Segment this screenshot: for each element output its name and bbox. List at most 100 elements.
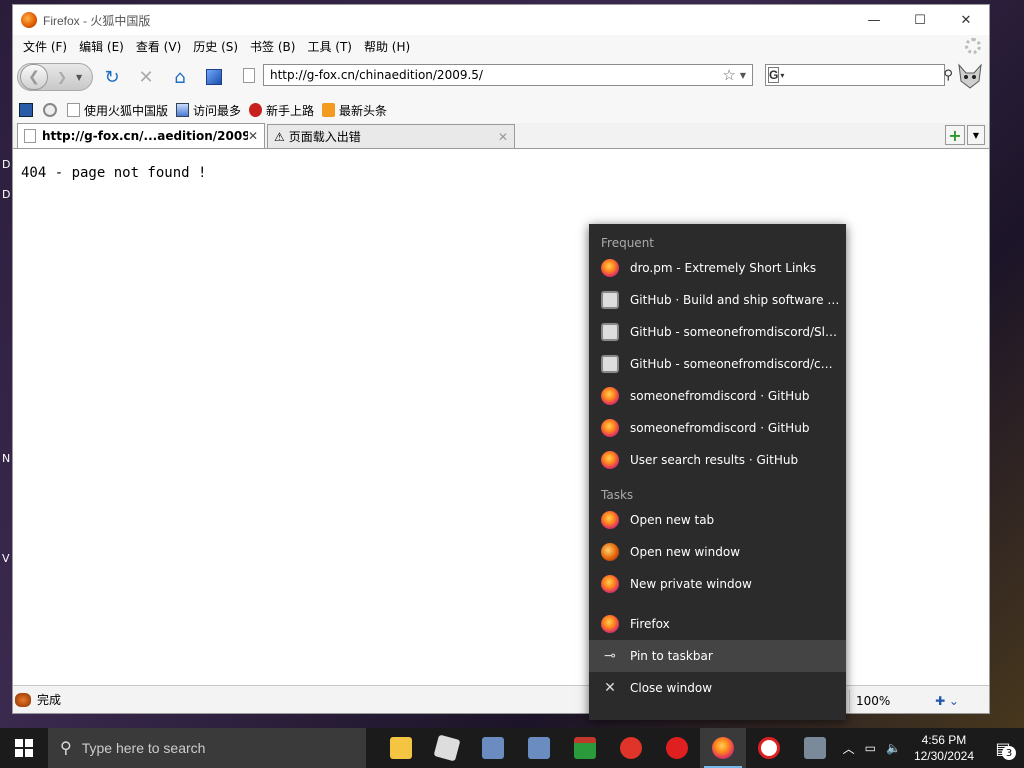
close-window[interactable]: ✕ Close window — [589, 672, 846, 704]
url-bar[interactable]: ☆ ▼ — [263, 64, 753, 86]
bookmark-item-3[interactable]: 最新头条 — [322, 102, 387, 119]
clock-time: 4:56 PM — [921, 733, 967, 747]
url-input[interactable] — [264, 68, 723, 82]
close-button[interactable]: ✕ — [943, 5, 989, 35]
menu-view[interactable]: 查看 (V) — [130, 38, 187, 55]
firefox-icon — [601, 575, 619, 593]
task-open-new-tab[interactable]: Open new tab — [589, 504, 846, 536]
search-bar: G ▾ ⚲ — [765, 64, 953, 86]
new-tab-button[interactable]: + — [945, 125, 965, 145]
file-explorer-icon[interactable] — [378, 728, 424, 768]
tab-error[interactable]: ⚠ 页面载入出错 ✕ — [267, 124, 515, 148]
bookmark-label: 使用火狐中国版 — [84, 103, 169, 118]
item-label: Close window — [630, 681, 713, 695]
url-dropdown-icon[interactable]: ▼ — [740, 71, 746, 80]
back-button[interactable]: ❮ — [20, 64, 48, 90]
task-new-private-window[interactable]: New private window — [589, 568, 846, 600]
b-app-icon[interactable] — [792, 728, 838, 768]
bookmark-item-2[interactable]: 新手上路 — [249, 102, 314, 119]
network-icon[interactable]: ▭ — [865, 741, 876, 755]
menu-edit[interactable]: 编辑 (E) — [73, 38, 130, 55]
start-button[interactable] — [0, 728, 48, 768]
title-bar[interactable]: Firefox - 火狐中国版 — ☐ ✕ — [13, 5, 989, 35]
close-tab-icon[interactable]: ✕ — [498, 130, 508, 144]
menu-file[interactable]: 文件 (F) — [17, 38, 73, 55]
star-icon[interactable]: ☆ — [722, 66, 735, 84]
desktop-label-n: N — [2, 452, 11, 465]
frequent-item[interactable]: GitHub - someonefromdiscord/cuddly... — [589, 348, 846, 380]
fox-avatar-icon[interactable] — [955, 61, 985, 91]
search-icon[interactable]: ⚲ — [943, 68, 953, 83]
pin-to-taskbar[interactable]: ⊸ Pin to taskbar — [589, 640, 846, 672]
a-app-icon[interactable] — [608, 728, 654, 768]
firefox-taskbar-icon[interactable] — [700, 728, 746, 768]
yandex-browser-icon[interactable] — [746, 728, 792, 768]
bookmark-label: 最新头条 — [339, 103, 388, 118]
back-arrow-icon: ❮ — [28, 69, 40, 85]
desktop-label-d2: D — [2, 188, 11, 201]
desktop-label-v: V — [2, 552, 10, 565]
minimize-button[interactable]: — — [851, 5, 897, 35]
notifications-button[interactable]: ▤ 3 — [982, 728, 1024, 768]
green-app-icon[interactable] — [562, 728, 608, 768]
frequent-item[interactable]: someonefromdiscord · GitHub — [589, 412, 846, 444]
list-tabs-button[interactable]: ▼ — [967, 125, 985, 145]
windows-logo-icon — [15, 739, 33, 757]
page-icon — [601, 291, 619, 309]
bookmark-label: 访问最多 — [193, 103, 242, 118]
firefox-icon — [601, 419, 619, 437]
forward-button[interactable]: ❯ — [50, 67, 74, 87]
roblox-icon[interactable] — [424, 728, 470, 768]
history-clock-icon[interactable] — [43, 103, 57, 117]
page-action-button[interactable] — [199, 62, 229, 92]
close-tab-icon[interactable]: ✕ — [248, 129, 258, 143]
status-fox-icon — [15, 692, 31, 707]
desktop-label-d1: D — [2, 158, 11, 171]
menu-tools[interactable]: 工具 (T) — [301, 38, 358, 55]
search-icon: ⚲ — [60, 740, 72, 757]
menu-bookmarks[interactable]: 书签 (B) — [244, 38, 301, 55]
firefox-classic-icon — [601, 543, 619, 561]
taskbar-search[interactable]: ⚲ Type here to search — [48, 728, 366, 768]
search-input[interactable] — [788, 68, 944, 82]
frequent-item[interactable]: User search results · GitHub — [589, 444, 846, 476]
frequent-item[interactable]: dro.pm - Extremely Short Links — [589, 252, 846, 284]
frequent-item[interactable]: GitHub - someonefromdiscord/SlideTo... — [589, 316, 846, 348]
volume-icon[interactable]: 🔈 — [886, 741, 901, 755]
zoom-control[interactable]: 100% ✚ ⌄ — [849, 690, 965, 712]
navigation-toolbar: ❮ ❯ ▼ ↻ ✕ ⌂ ☆ ▼ G ▾ ⚲ — [13, 57, 989, 97]
screen-icon — [206, 69, 222, 85]
bookmark-item-0[interactable]: 使用火狐中国版 — [67, 102, 168, 119]
launch-firefox[interactable]: Firefox — [589, 608, 846, 640]
frequent-item[interactable]: GitHub · Build and ship software on a s.… — [589, 284, 846, 316]
engine-dropdown-icon[interactable]: ▾ — [780, 71, 784, 80]
item-label: Firefox — [630, 617, 670, 631]
error-message: 404 - page not found ! — [21, 165, 207, 181]
tab-label: 页面载入出错 — [288, 130, 361, 144]
notification-badge: 3 — [1002, 746, 1016, 760]
red-fox-icon — [249, 103, 263, 117]
maximize-button[interactable]: ☐ — [897, 5, 943, 35]
google-engine-icon[interactable]: G — [768, 67, 780, 83]
desktop-edge: D D N V — [0, 150, 12, 710]
app-icon-1[interactable] — [470, 728, 516, 768]
app-icon-2[interactable] — [516, 728, 562, 768]
task-open-new-window[interactable]: Open new window — [589, 536, 846, 568]
window-controls: — ☐ ✕ — [851, 5, 989, 35]
clock[interactable]: 4:56 PM 12/30/2024 — [906, 732, 982, 764]
chevron-up-icon[interactable]: ︿ — [843, 740, 855, 757]
menu-history[interactable]: 历史 (S) — [187, 38, 244, 55]
home-button[interactable]: ⌂ — [165, 62, 195, 92]
tab-active[interactable]: http://g-fox.cn/...aedition/2009.5/ ✕ — [17, 123, 265, 148]
page-icon — [601, 355, 619, 373]
frequent-item[interactable]: someonefromdiscord · GitHub — [589, 380, 846, 412]
history-dropdown-icon[interactable]: ▼ — [76, 73, 82, 82]
bookmark-item-1[interactable]: 访问最多 — [176, 102, 241, 119]
menu-help[interactable]: 帮助 (H) — [358, 38, 416, 55]
reload-button[interactable]: ↻ — [97, 62, 127, 92]
zoom-icon[interactable]: ✚ ⌄ — [935, 694, 959, 708]
bookmark-star-icon[interactable] — [19, 103, 33, 117]
yandex-icon[interactable] — [654, 728, 700, 768]
stop-button[interactable]: ✕ — [131, 62, 161, 92]
